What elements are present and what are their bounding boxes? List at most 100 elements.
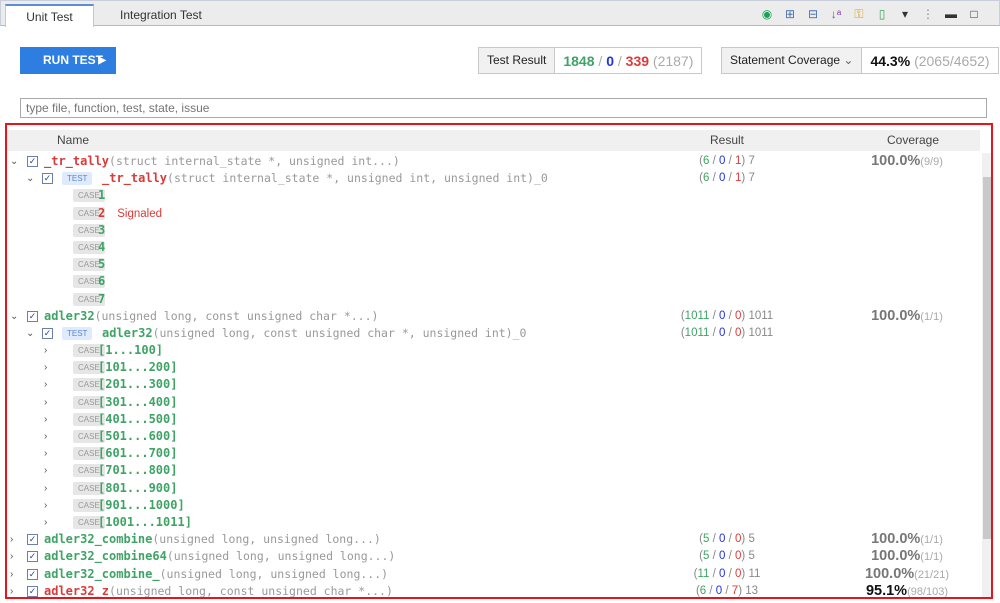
name-text: adler32 xyxy=(102,325,153,340)
pass-count: 11 xyxy=(697,567,710,580)
chevron-right-icon[interactable]: › xyxy=(10,531,20,548)
total-count: 11 xyxy=(748,567,761,580)
chevron-down-icon: ⌄ xyxy=(843,53,854,67)
case-row[interactable]: CASE 3 xyxy=(7,222,982,239)
case-row[interactable]: › CASE [1...100] xyxy=(7,342,982,359)
tab-unit-test[interactable]: Unit Test xyxy=(5,4,94,27)
function-row[interactable]: › ✓ adler32_combine(unsigned long, unsigne… xyxy=(7,531,982,548)
minimize-icon[interactable]: ▬ xyxy=(944,7,958,21)
coverage-percent: 44.3% xyxy=(870,52,911,69)
fail-count: 1 xyxy=(735,172,742,185)
result-counts: (6 / 0 / 1) 7 xyxy=(699,155,755,167)
item-name: 3 xyxy=(98,222,105,239)
export-icon[interactable]: ▯ xyxy=(875,7,889,21)
name-text: 7 xyxy=(98,291,106,306)
case-row[interactable]: › CASE [201...300] xyxy=(7,376,982,393)
coverage-detail: (9/9) xyxy=(920,156,943,168)
chevron-right-icon[interactable]: › xyxy=(44,376,54,393)
sort-az-icon[interactable]: ↓ᵃ xyxy=(829,7,843,21)
dropdown-icon[interactable]: ▾ xyxy=(898,7,912,21)
chevron-right-icon[interactable]: › xyxy=(10,583,20,597)
run-test-button[interactable]: RUN TEST ▶ xyxy=(20,47,116,74)
item-name: _tr_tally(struct internal_state *, unsig… xyxy=(102,170,548,187)
chevron-right-icon[interactable]: › xyxy=(44,462,54,479)
run-test-label: RUN TEST xyxy=(43,53,103,67)
key-icon[interactable]: ⚿ xyxy=(852,7,866,21)
chevron-right-icon[interactable]: › xyxy=(44,428,54,445)
case-row[interactable]: CASE 7 xyxy=(7,291,982,308)
case-row[interactable]: › CASE [1001...1011] xyxy=(7,514,982,531)
case-row[interactable]: › CASE [701...800] xyxy=(7,462,982,479)
chevron-right-icon[interactable]: › xyxy=(44,480,54,497)
coverage-value: 100.0%(1/1) xyxy=(837,308,977,326)
chevron-right-icon[interactable]: › xyxy=(44,497,54,514)
checkbox[interactable]: ✓ xyxy=(27,310,38,322)
function-row[interactable]: ⌄ ✓ adler32(unsigned long, const unsigned … xyxy=(7,308,982,325)
name-text: 1 xyxy=(98,188,106,203)
chevron-right-icon[interactable]: › xyxy=(44,342,54,359)
case-row[interactable]: › CASE [501...600] xyxy=(7,428,982,445)
expand-all-icon[interactable]: ⊞ xyxy=(783,7,797,21)
item-name: [401...500] xyxy=(98,411,177,428)
function-row[interactable]: › ✓ adler32_combine64(unsigned long, unsig… xyxy=(7,548,982,565)
checkbox[interactable]: ✓ xyxy=(27,568,38,580)
chevron-right-icon[interactable]: › xyxy=(44,514,54,531)
case-row[interactable]: › CASE [301...400] xyxy=(7,394,982,411)
column-result[interactable]: Result xyxy=(710,130,744,151)
case-row[interactable]: › CASE [401...500] xyxy=(7,411,982,428)
vertical-scrollbar[interactable] xyxy=(982,153,991,597)
item-name: [1...100] xyxy=(98,342,163,359)
case-row[interactable]: › CASE [101...200] xyxy=(7,359,982,376)
column-name[interactable]: Name xyxy=(57,130,89,151)
checkbox[interactable]: ✓ xyxy=(27,156,38,167)
case-row[interactable]: CASE 6 xyxy=(7,273,982,290)
column-coverage[interactable]: Coverage xyxy=(887,130,939,151)
case-row[interactable]: CASE 1 xyxy=(7,187,982,204)
checkbox[interactable]: ✓ xyxy=(27,534,38,546)
chevron-right-icon[interactable]: › xyxy=(44,411,54,428)
coverage-summary: Statement Coverage ⌄ 44.3% (2065/4652) xyxy=(721,47,999,74)
case-row[interactable]: › CASE [901...1000] xyxy=(7,497,982,514)
coverage-type-select[interactable]: Statement Coverage ⌄ xyxy=(722,48,863,73)
chevron-down-icon[interactable]: ⌄ xyxy=(10,153,20,170)
chevron-down-icon[interactable]: ⌄ xyxy=(26,170,36,187)
function-row[interactable]: › ✓ adler32_combine_(unsigned long, unsign… xyxy=(7,566,982,583)
collapse-all-icon[interactable]: ⊟ xyxy=(806,7,820,21)
case-row[interactable]: › CASE [601...700] xyxy=(7,445,982,462)
coverage-percent: 100.0% xyxy=(871,531,921,548)
run-coverage-icon[interactable]: ◉ xyxy=(760,7,774,21)
checkbox[interactable]: ✓ xyxy=(42,327,53,339)
checkbox[interactable]: ✓ xyxy=(42,173,53,185)
chevron-right-icon[interactable]: › xyxy=(10,548,20,565)
name-text: 5 xyxy=(98,257,106,272)
chevron-right-icon[interactable]: › xyxy=(44,445,54,462)
case-row[interactable]: CASE 5 xyxy=(7,256,982,273)
scrollbar-thumb[interactable] xyxy=(983,177,991,539)
chevron-right-icon[interactable]: › xyxy=(44,394,54,411)
chevron-right-icon[interactable]: › xyxy=(10,566,20,583)
chevron-down-icon[interactable]: ⌄ xyxy=(26,325,36,342)
checkbox[interactable]: ✓ xyxy=(27,585,38,597)
test-result-summary: Test Result 1848 / 0 / 339 (2187) xyxy=(478,47,703,74)
case-row[interactable]: CASE 4 xyxy=(7,239,982,256)
search-input[interactable] xyxy=(20,98,987,118)
tab-integration-test[interactable]: Integration Test xyxy=(106,4,216,27)
test-tree: Name Result Coverage ⌄ ✓ _tr_tally(struct … xyxy=(5,123,993,599)
case-row[interactable]: › CASE [801...900] xyxy=(7,480,982,497)
total-count: 7 xyxy=(748,155,755,167)
coverage-percent: 100.0% xyxy=(871,548,921,565)
function-row[interactable]: ⌄ ✓ _tr_tally(struct internal_state *, uns… xyxy=(7,153,982,170)
function-row[interactable]: › ✓ adler32_z(unsigned long, const unsigne… xyxy=(7,583,982,597)
checkbox[interactable]: ✓ xyxy=(27,551,38,563)
chevron-down-icon[interactable]: ⌄ xyxy=(10,308,20,325)
more-icon[interactable]: ⋮ xyxy=(921,7,935,21)
maximize-icon[interactable]: □ xyxy=(967,7,981,21)
case-row[interactable]: CASE 2 Signaled xyxy=(7,205,982,222)
chevron-right-icon[interactable]: › xyxy=(44,359,54,376)
name-text: adler32_combine xyxy=(44,532,153,547)
test-row[interactable]: ⌄ ✓ TEST adler32(unsigned long, const unsig… xyxy=(7,325,982,342)
error-count: 0 xyxy=(719,567,726,580)
test-row[interactable]: ⌄ ✓ TEST _tr_tally(struct internal_state *,… xyxy=(7,170,982,187)
total-count: 5 xyxy=(748,533,755,546)
coverage-detail: (1/1) xyxy=(920,310,943,323)
